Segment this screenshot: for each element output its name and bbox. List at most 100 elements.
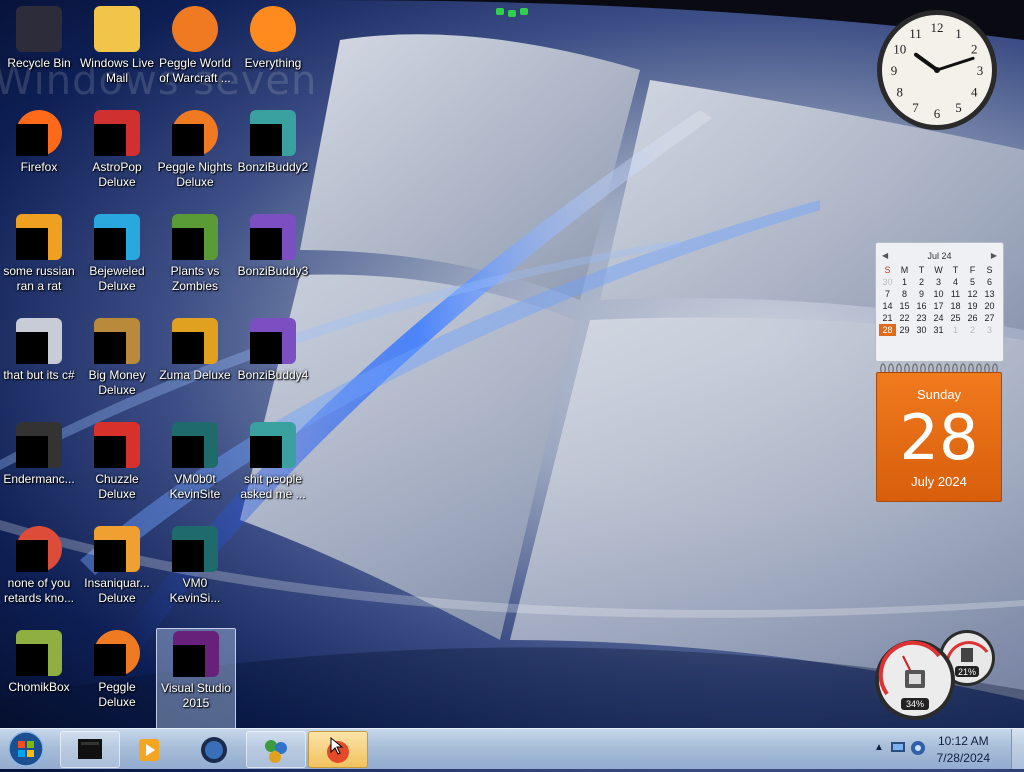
desktop-icon[interactable]: some russian ran a rat — [0, 212, 78, 312]
calendar-day-cell[interactable]: 1 — [947, 324, 964, 336]
clock-numeral: 9 — [891, 63, 898, 78]
desktop-icon[interactable]: BonziBuddy4 — [234, 316, 312, 416]
calendar-day-cell[interactable]: 19 — [964, 300, 981, 312]
desktop-icon-label: ChomikBox — [8, 680, 70, 694]
calendar-day-cell[interactable]: 3 — [981, 324, 998, 336]
weekday-header: T — [952, 265, 959, 275]
volume-icon[interactable] — [910, 740, 926, 756]
desktop-icon[interactable]: Peggle Deluxe — [78, 628, 156, 728]
taskbar-browser-button[interactable] — [184, 731, 244, 768]
desktop-icon[interactable]: Peggle Nights Deluxe — [156, 108, 234, 208]
desktop-icon-label: Peggle World of Warcraft ... — [159, 56, 231, 85]
calendar-day-cell[interactable]: 17 — [930, 300, 947, 312]
taskbar-active-app-button[interactable] — [308, 731, 368, 768]
desktop-icon[interactable]: Everything — [234, 4, 312, 104]
start-button[interactable] — [4, 730, 48, 768]
calendar-day-cell[interactable]: 10 — [930, 288, 947, 300]
calendar-day-cell[interactable]: 22 — [896, 312, 913, 324]
calendar-day-cell[interactable]: 23 — [913, 312, 930, 324]
desktop-icon[interactable]: Plants vs Zombies — [156, 212, 234, 312]
desktop-icon[interactable]: Insaniquar... Deluxe — [78, 524, 156, 624]
calendar-day-cell[interactable]: 24 — [930, 312, 947, 324]
calendar-day-cell[interactable]: 25 — [947, 312, 964, 324]
desktop-icon[interactable]: ChomikBox — [0, 628, 78, 728]
desktop-icon-label: Firefox — [20, 160, 58, 174]
fish-icon — [94, 526, 140, 572]
calendar-day-cell[interactable]: 15 — [896, 300, 913, 312]
taskbar-messenger-button[interactable] — [246, 731, 306, 768]
desktop-icon[interactable]: Recycle Bin — [0, 4, 78, 104]
desktop-icon-label: VM0b0t KevinSite — [169, 472, 221, 501]
desktop-icon[interactable]: BonziBuddy2 — [234, 108, 312, 208]
clock-numeral: 11 — [909, 26, 922, 41]
calendar-day-cell[interactable]: 18 — [947, 300, 964, 312]
calendar-day-cell[interactable]: 29 — [896, 324, 913, 336]
desktop-icon[interactable]: shit people asked me ... — [234, 420, 312, 520]
desktop-icon-label: AstroPop Deluxe — [92, 160, 142, 189]
network-icon[interactable] — [890, 741, 906, 755]
desktop-icon[interactable]: Visual Studio 2015 — [156, 628, 236, 730]
prev-month-icon[interactable]: ◀ — [882, 251, 888, 260]
calendar-day-cell[interactable]: 8 — [896, 288, 913, 300]
desktop-icon[interactable]: Big Money Deluxe — [78, 316, 156, 416]
system-tray: ▲ 10:12 AM 7/28/2024 — [864, 729, 1024, 769]
clock-numeral: 4 — [971, 85, 978, 100]
clock-numeral: 7 — [912, 100, 919, 115]
desktop-icon[interactable]: Bejeweled Deluxe — [78, 212, 156, 312]
calendar-day-cell[interactable]: 2 — [964, 324, 981, 336]
calendar-day-cell[interactable]: 7 — [879, 288, 896, 300]
calendar-day-cell[interactable]: 12 — [964, 288, 981, 300]
desktop-icon[interactable]: Firefox — [0, 108, 78, 208]
calendar-day-cell[interactable]: 30 — [913, 324, 930, 336]
desktop-icon[interactable]: Windows Live Mail — [78, 4, 156, 104]
show-desktop-button[interactable] — [1011, 729, 1024, 769]
desktop-icon[interactable]: Chuzzle Deluxe — [78, 420, 156, 520]
desktop-icon[interactable]: that but its c# — [0, 316, 78, 416]
calendar-day-cell[interactable]: 30 — [879, 276, 896, 288]
taskbar-time: 10:12 AM — [937, 734, 989, 748]
calendar-day-cell[interactable]: 3 — [930, 276, 947, 288]
desktop-icon[interactable]: none of you retards kno... — [0, 524, 78, 624]
next-month-icon[interactable]: ▶ — [991, 251, 997, 260]
calendar-day-cell[interactable]: 21 — [879, 312, 896, 324]
calendar-day-cell[interactable]: 9 — [913, 288, 930, 300]
desktop-icon[interactable]: AstroPop Deluxe — [78, 108, 156, 208]
calendar-day-cell[interactable]: 26 — [964, 312, 981, 324]
taskbar-terminal-button[interactable] — [60, 731, 120, 768]
calendar-day-cell[interactable]: 28 — [879, 324, 896, 336]
desktop-icon[interactable]: VM0 KevinSi... — [156, 524, 234, 624]
tray-expand-icon[interactable]: ▲ — [874, 742, 884, 753]
desktop-icon[interactable]: VM0b0t KevinSite — [156, 420, 234, 520]
calendar-day-cell[interactable]: 4 — [947, 276, 964, 288]
weekday-header: S — [884, 265, 891, 275]
zuma-icon — [172, 318, 218, 364]
clock-numeral: 3 — [977, 63, 984, 78]
calendar-day-cell[interactable]: 11 — [947, 288, 964, 300]
folder-icon — [250, 422, 296, 468]
clock-numeral: 6 — [934, 106, 941, 121]
calendar-day-cell[interactable]: 6 — [981, 276, 998, 288]
desktop-icon[interactable]: BonziBuddy3 — [234, 212, 312, 312]
calendar-day-cell[interactable]: 16 — [913, 300, 930, 312]
calendar-day-cell[interactable]: 5 — [964, 276, 981, 288]
mail-icon — [94, 6, 140, 52]
calendar-day-cell[interactable]: 20 — [981, 300, 998, 312]
desktop-icon[interactable]: Zuma Deluxe — [156, 316, 234, 416]
calendar-day-cell[interactable]: 14 — [879, 300, 896, 312]
desktop-icon-label: none of you retards kno... — [3, 576, 75, 605]
cpu-meter-gadget[interactable]: 21% 34% — [873, 626, 1003, 722]
memory-usage-label: 21% — [958, 667, 976, 677]
taskbar-clock[interactable]: 10:12 AM 7/28/2024 — [937, 733, 990, 767]
taskbar-media-player-button[interactable] — [120, 731, 180, 768]
calendar-gadget[interactable]: ◀ Jul 24 ▶ S M T W T F S 30 1 2 3 4 5 6 7 8 9 10 11 12 13 14 1… — [875, 242, 1004, 502]
clock-gadget[interactable]: 1234567891011 12 — [875, 8, 999, 132]
clock-numeral: 8 — [897, 85, 904, 100]
purple-gorilla-icon — [250, 318, 296, 364]
desktop-icon[interactable]: Endermanc... — [0, 420, 78, 520]
calendar-day-cell[interactable]: 31 — [930, 324, 947, 336]
calendar-day-cell[interactable]: 2 — [913, 276, 930, 288]
calendar-day-cell[interactable]: 27 — [981, 312, 998, 324]
calendar-day-cell[interactable]: 13 — [981, 288, 998, 300]
calendar-day-cell[interactable]: 1 — [896, 276, 913, 288]
desktop-icon[interactable]: Peggle World of Warcraft ... — [156, 4, 234, 104]
